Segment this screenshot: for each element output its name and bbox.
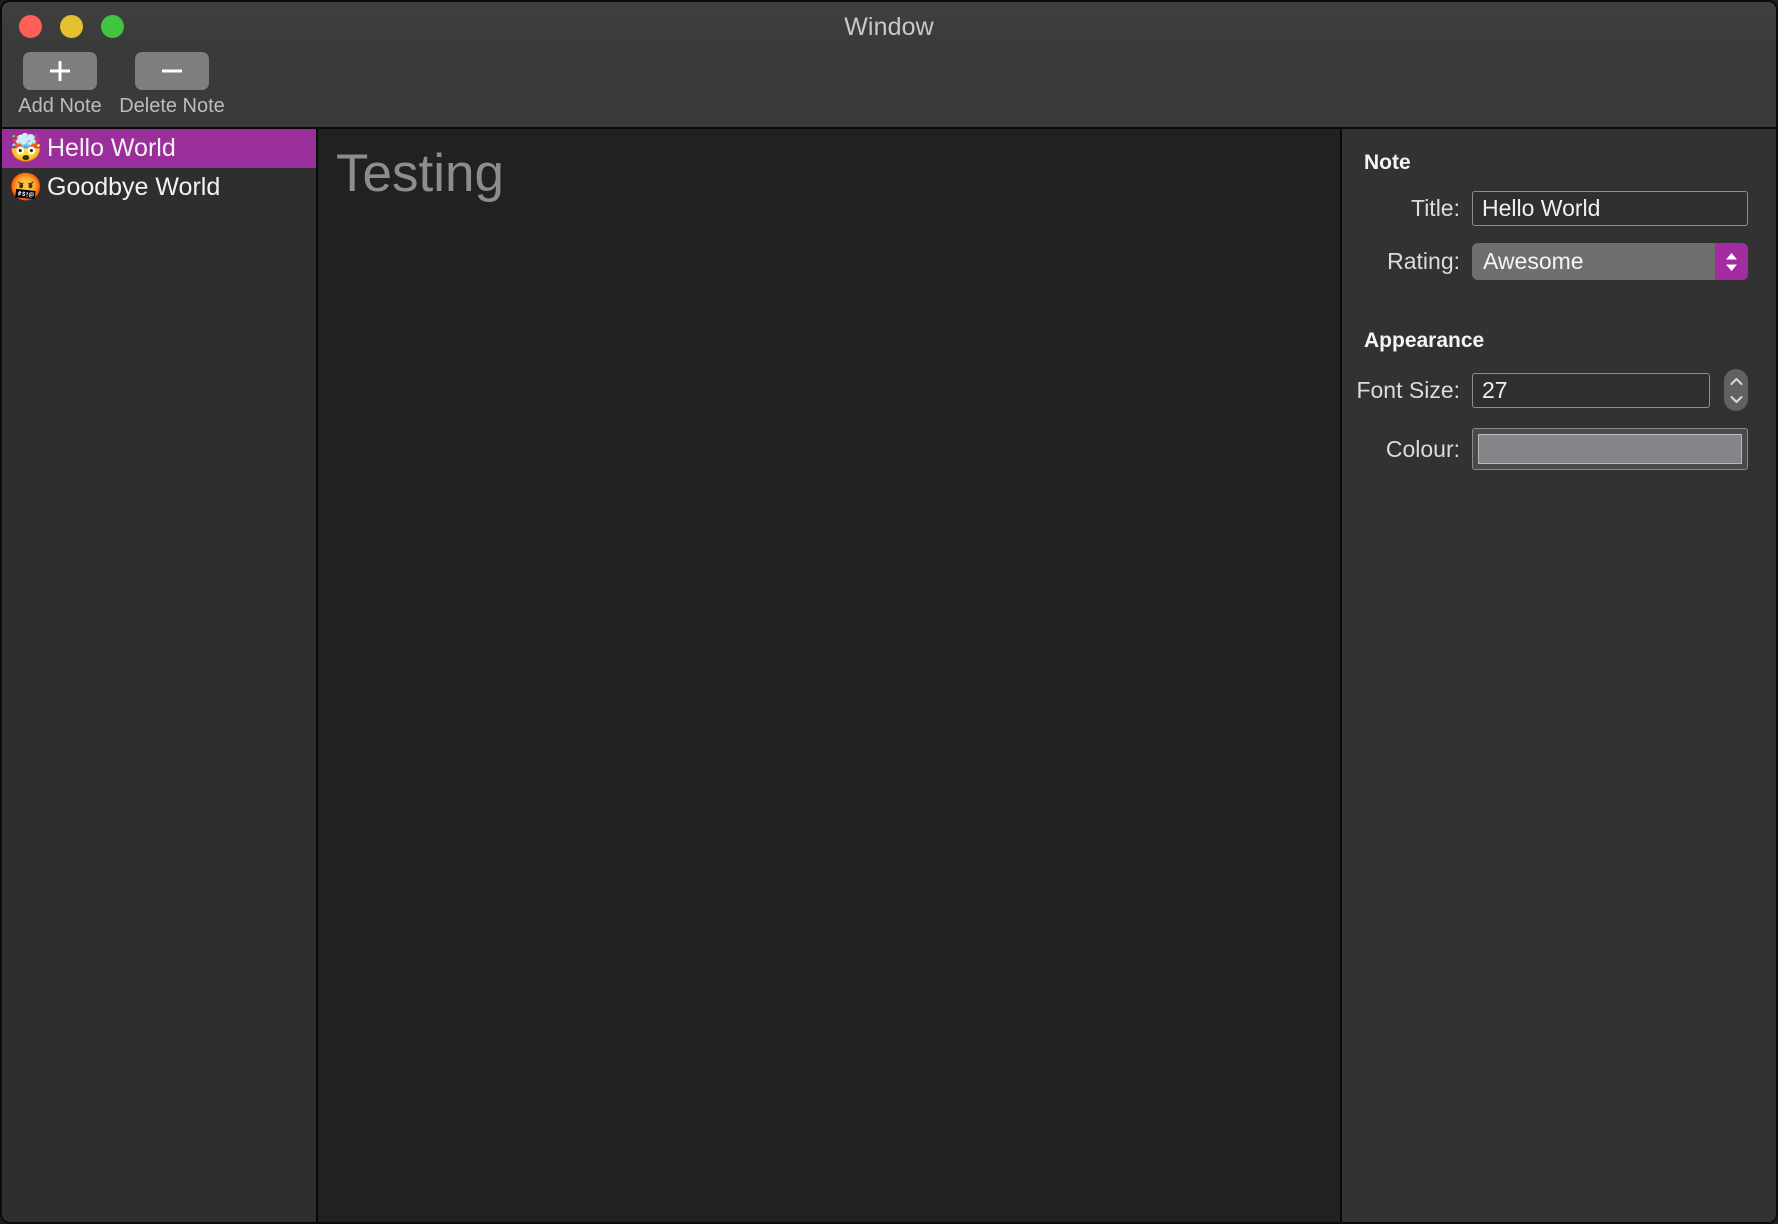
- note-title-label: Hello World: [47, 134, 176, 162]
- appearance-section-heading: Appearance: [1364, 329, 1485, 352]
- note-title-label: Goodbye World: [47, 173, 221, 201]
- delete-note-toolbar-item[interactable]: Delete Note: [117, 52, 227, 118]
- toolbar: Add Note Delete Note: [2, 52, 1776, 129]
- add-note-label: Add Note: [18, 95, 102, 117]
- title-field-label: Title:: [1411, 195, 1460, 221]
- add-note-toolbar-item[interactable]: Add Note: [5, 52, 115, 118]
- note-section-heading: Note: [1364, 151, 1411, 174]
- rating-select[interactable]: Awesome: [1472, 243, 1748, 280]
- chevron-up-down-icon[interactable]: [1715, 243, 1748, 280]
- inspector-panel: Note Title: Hello World Rating: Awesome: [1342, 129, 1776, 1222]
- stepper-up-icon[interactable]: [1730, 373, 1743, 391]
- app-window: Window Add Note Delete Note 🤯 Hello Worl…: [0, 0, 1778, 1224]
- font-size-field-label: Font Size:: [1356, 376, 1460, 403]
- font-size-input[interactable]: 27: [1472, 372, 1710, 408]
- notes-sidebar[interactable]: 🤯 Hello World 🤬 Goodbye World: [2, 129, 318, 1222]
- window-title: Window: [844, 13, 934, 41]
- note-emoji-icon: 🤯: [9, 133, 43, 164]
- colour-swatch: [1478, 434, 1742, 464]
- rating-field-label: Rating:: [1387, 248, 1460, 274]
- list-item[interactable]: 🤬 Goodbye World: [2, 168, 316, 207]
- list-item[interactable]: 🤯 Hello World: [2, 129, 316, 168]
- note-body-text[interactable]: Testing: [336, 143, 504, 204]
- title-field-row: Title: Hello World: [1342, 191, 1748, 226]
- plus-icon: [47, 58, 73, 84]
- font-size-stepper[interactable]: [1724, 369, 1748, 411]
- window-body: 🤯 Hello World 🤬 Goodbye World Testing No…: [2, 129, 1776, 1222]
- colour-field-label: Colour:: [1385, 435, 1460, 462]
- title-input[interactable]: Hello World: [1472, 191, 1748, 226]
- add-note-button[interactable]: [23, 52, 97, 90]
- note-editor[interactable]: Testing: [318, 129, 1342, 1222]
- delete-note-label: Delete Note: [119, 95, 225, 117]
- rating-selected-value: Awesome: [1483, 248, 1584, 274]
- rating-field-row: Rating: Awesome: [1342, 243, 1748, 280]
- title-bar: Window: [2, 2, 1776, 52]
- colour-field-row: Colour:: [1342, 428, 1748, 470]
- note-emoji-icon: 🤬: [9, 172, 43, 203]
- font-size-field-row: Font Size: 27: [1342, 369, 1748, 411]
- stepper-down-icon[interactable]: [1730, 391, 1743, 409]
- minus-icon: [159, 58, 185, 84]
- delete-note-button[interactable]: [135, 52, 209, 90]
- colour-well[interactable]: [1472, 428, 1748, 470]
